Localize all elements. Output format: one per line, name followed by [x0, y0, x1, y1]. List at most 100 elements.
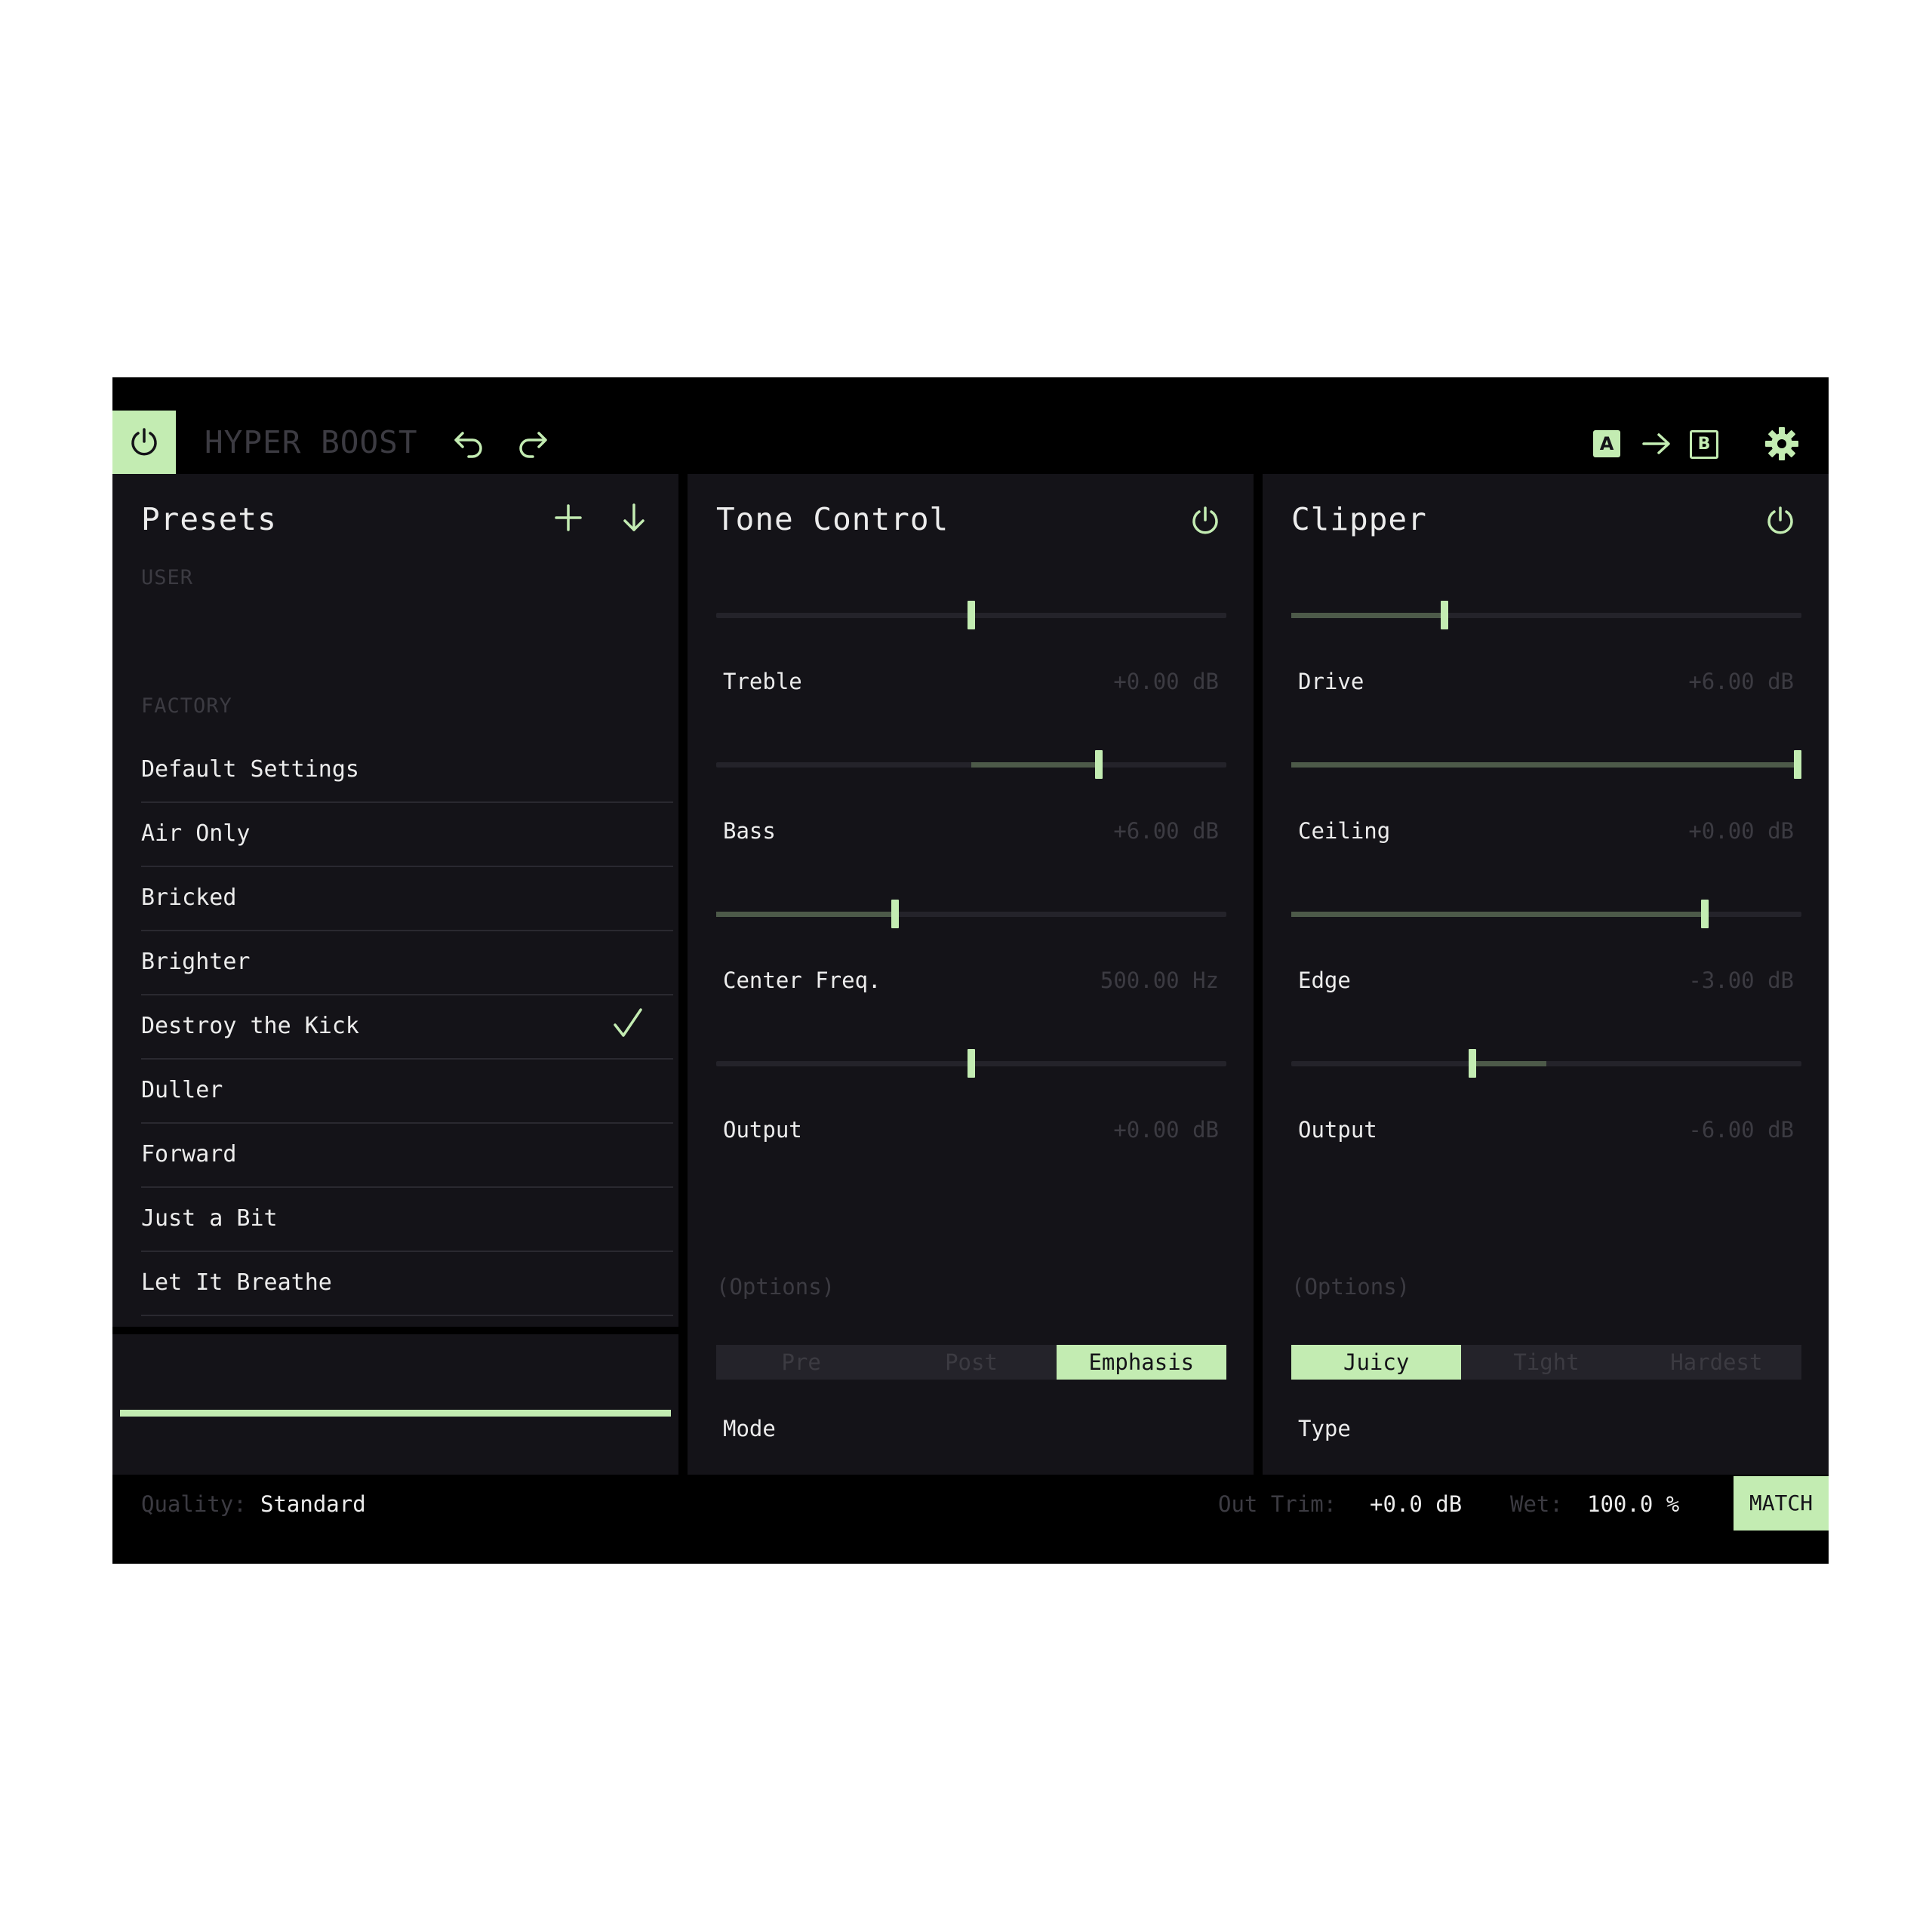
clipper-slider-thumb[interactable] — [1700, 900, 1709, 928]
ab-b-button[interactable]: B — [1690, 430, 1718, 459]
clipper-param-label: Edge — [1298, 968, 1351, 993]
quality-value[interactable]: Standard — [260, 1491, 366, 1517]
preset-item[interactable]: Brighter — [141, 932, 673, 995]
preset-label: Brighter — [141, 949, 251, 975]
out-trim-label: Out Trim: — [1218, 1491, 1337, 1517]
tone-param-label: Bass — [723, 818, 776, 844]
tone-param-label: Center Freq. — [723, 968, 881, 993]
preset-label: Forward — [141, 1141, 237, 1168]
clipper-param-value[interactable]: -3.00 dB — [1688, 968, 1794, 993]
tone-slider-thumb[interactable] — [1095, 750, 1103, 779]
clipper-param-value[interactable]: +0.00 dB — [1688, 818, 1794, 844]
tone-param: Bass +6.00 dB — [716, 714, 1226, 850]
divider — [112, 1327, 678, 1334]
mode-option[interactable]: Emphasis — [1056, 1345, 1226, 1380]
clipper-slider-thumb[interactable] — [1440, 601, 1448, 629]
clipper-param-label: Drive — [1298, 669, 1364, 694]
power-icon — [131, 428, 157, 456]
tone-power-icon[interactable] — [1189, 504, 1222, 537]
tone-param: Treble +0.00 dB — [716, 565, 1226, 700]
tone-slider-fill — [716, 912, 895, 917]
clipper-power-icon[interactable] — [1764, 504, 1797, 537]
preset-item[interactable]: Let It Breathe — [141, 1253, 673, 1316]
plugin-title: HYPER BOOST — [205, 424, 418, 460]
ab-a-button[interactable]: A — [1593, 430, 1620, 457]
mode-option[interactable]: Post — [886, 1345, 1056, 1380]
tone-title: Tone Control — [716, 501, 949, 537]
type-option[interactable]: Tight — [1461, 1345, 1631, 1380]
tone-slider-thumb[interactable] — [968, 1049, 975, 1078]
preset-item[interactable]: Destroy the Kick — [141, 996, 673, 1060]
preset-item[interactable]: Forward — [141, 1124, 673, 1188]
tone-options-label: (Options) — [716, 1274, 835, 1300]
clipper-options-label: (Options) — [1291, 1274, 1411, 1300]
preset-label: Just a Bit — [141, 1205, 278, 1232]
preset-item[interactable]: Bricked — [141, 868, 673, 931]
clipper-param: Output -6.00 dB — [1291, 1013, 1801, 1149]
preset-item[interactable]: Duller — [141, 1060, 673, 1124]
clipper-slider-fill — [1291, 762, 1801, 768]
clipper-panel: Clipper Drive +6.00 dB Ceiling +0.00 dB Edge… — [1263, 474, 1829, 1475]
mode-selector[interactable]: Pre Post Emphasis — [716, 1345, 1226, 1380]
meter-track — [120, 1410, 671, 1417]
clipper-slider-fill — [1472, 1061, 1546, 1066]
tone-param: Center Freq. 500.00 Hz — [716, 863, 1226, 999]
preset-item[interactable]: Air Only — [141, 804, 673, 867]
redo-icon[interactable] — [516, 427, 549, 460]
preset-label: Bricked — [141, 884, 237, 911]
presets-panel: Presets USER FACTORY Default Settings Air… — [112, 474, 678, 1475]
out-trim-value[interactable]: +0.0 dB — [1370, 1491, 1462, 1517]
tone-param-value[interactable]: +6.00 dB — [1113, 818, 1219, 844]
preset-list[interactable]: Default Settings Air Only Bricked Brighter D… — [112, 740, 678, 1327]
preset-item[interactable]: Sand Blaster — [141, 1317, 673, 1327]
tone-slider-thumb[interactable] — [968, 601, 975, 629]
preset-item[interactable]: Default Settings — [141, 740, 673, 803]
gear-icon[interactable] — [1764, 426, 1800, 462]
mode-option[interactable]: Pre — [716, 1345, 886, 1380]
arrow-right-icon[interactable] — [1640, 427, 1673, 460]
clipper-slider-thumb[interactable] — [1794, 750, 1801, 779]
wet-label: Wet: — [1510, 1491, 1563, 1517]
tone-param-value[interactable]: 500.00 Hz — [1100, 968, 1219, 993]
tone-param-value[interactable]: +0.00 dB — [1113, 1117, 1219, 1143]
clipper-title: Clipper — [1291, 501, 1427, 537]
clipper-param: Drive +6.00 dB — [1291, 565, 1801, 700]
clipper-slider-thumb[interactable] — [1468, 1049, 1476, 1078]
presets-title: Presets — [141, 501, 277, 537]
wet-value[interactable]: 100.0 % — [1587, 1491, 1679, 1517]
plugin-window: HYPER BOOST A B Presets USER FACTORY Def… — [112, 377, 1829, 1564]
preset-label: Duller — [141, 1077, 223, 1103]
clipper-slider-track[interactable] — [1291, 1061, 1801, 1066]
tone-slider-fill — [971, 762, 1099, 768]
preset-item[interactable]: Just a Bit — [141, 1189, 673, 1252]
mode-label: Mode — [723, 1416, 776, 1441]
clipper-param-value[interactable]: -6.00 dB — [1688, 1117, 1794, 1143]
type-selector[interactable]: Juicy Tight Hardest — [1291, 1345, 1801, 1380]
power-button[interactable] — [112, 411, 176, 474]
match-button[interactable]: MATCH — [1734, 1476, 1829, 1531]
tone-param: Output +0.00 dB — [716, 1013, 1226, 1149]
clipper-param-value[interactable]: +6.00 dB — [1688, 669, 1794, 694]
type-option[interactable]: Juicy — [1291, 1345, 1462, 1380]
tone-param-value[interactable]: +0.00 dB — [1113, 669, 1219, 694]
clipper-param-label: Ceiling — [1298, 818, 1391, 844]
preset-label: Let It Breathe — [141, 1269, 332, 1296]
user-section-label: USER — [141, 566, 194, 589]
quality-label: Quality: — [141, 1491, 247, 1517]
download-preset-icon[interactable] — [619, 503, 649, 533]
undo-icon[interactable] — [452, 427, 485, 460]
checkmark-icon — [614, 1008, 642, 1037]
tone-param-label: Treble — [723, 669, 802, 694]
type-option[interactable]: Hardest — [1632, 1345, 1801, 1380]
factory-section-label: FACTORY — [141, 694, 232, 718]
tone-control-panel: Tone Control Treble +0.00 dB Bass +6.00 dB C… — [688, 474, 1254, 1475]
tone-slider-thumb[interactable] — [891, 900, 899, 928]
clipper-param: Edge -3.00 dB — [1291, 863, 1801, 999]
clipper-param-label: Output — [1298, 1117, 1377, 1143]
preset-label: Destroy the Kick — [141, 1013, 359, 1039]
add-preset-icon[interactable] — [553, 503, 583, 533]
preset-label: Default Settings — [141, 756, 359, 783]
meter-fill — [120, 1410, 671, 1417]
clipper-slider-fill — [1291, 613, 1444, 618]
clipper-param: Ceiling +0.00 dB — [1291, 714, 1801, 850]
